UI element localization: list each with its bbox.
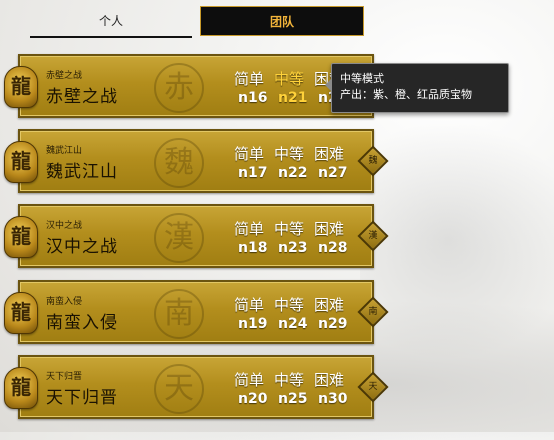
difficulty-medium-button[interactable]: 中等 — [274, 143, 304, 164]
difficulty-medium-button[interactable]: 中等 — [274, 68, 304, 89]
difficulty-code: n25 — [278, 391, 308, 407]
difficulty-code: n16 — [238, 90, 268, 106]
difficulty-medium-button[interactable]: 中等 — [274, 294, 304, 315]
level-subtitle: 天下归晋 — [46, 372, 83, 382]
tab-personal[interactable]: 个人 — [30, 6, 192, 38]
level-card-chibi[interactable]: 赤 赤壁之战 赤壁之战 简单 中等 困难 n16 n21 n26 — [18, 54, 374, 118]
seal-icon: 南 — [154, 289, 204, 339]
dragon-icon: 龍 — [4, 216, 38, 258]
difficulty-code: n29 — [318, 316, 348, 332]
level-card-tianxia[interactable]: 天 天下归晋 天下归晋 简单 中等 困难 n20 n25 n30 — [18, 355, 374, 419]
difficulty-hard-button[interactable]: 困难 — [314, 143, 344, 164]
difficulty-easy-button[interactable]: 简单 — [234, 294, 264, 315]
difficulty-hard-button[interactable]: 困难 — [314, 369, 344, 390]
seal-icon: 魏 — [154, 138, 204, 188]
difficulty-medium-button[interactable]: 中等 — [274, 369, 304, 390]
difficulty-hard-button[interactable]: 困难 — [314, 294, 344, 315]
level-card-weiwu[interactable]: 魏 魏武江山 魏武江山 简单 中等 困难 n17 n22 n27 — [18, 129, 374, 193]
tooltip-text: 产出：紫、橙、红品质宝物 — [340, 88, 472, 101]
seal-icon: 赤 — [154, 63, 204, 113]
difficulty-code: n30 — [318, 391, 348, 407]
dragon-icon: 龍 — [4, 367, 38, 409]
difficulty-code: n22 — [278, 165, 308, 181]
difficulty-code: n18 — [238, 240, 268, 256]
level-card-nanman[interactable]: 南 南蛮入侵 南蛮入侵 简单 中等 困难 n19 n24 n29 — [18, 280, 374, 344]
difficulty-hard-button[interactable]: 困难 — [314, 218, 344, 239]
difficulty-code: n23 — [278, 240, 308, 256]
difficulty-easy-button[interactable]: 简单 — [234, 218, 264, 239]
tooltip-title: 中等模式 — [340, 72, 384, 85]
difficulty-code: n28 — [318, 240, 348, 256]
mode-tabs: 个人 团队 — [30, 6, 364, 38]
level-subtitle: 赤壁之战 — [46, 71, 83, 81]
difficulty-code: n20 — [238, 391, 268, 407]
difficulty-medium-button[interactable]: 中等 — [274, 218, 304, 239]
level-subtitle: 魏武江山 — [46, 146, 83, 156]
difficulty-code: n27 — [318, 165, 348, 181]
seal-icon: 天 — [154, 364, 204, 414]
difficulty-easy-button[interactable]: 简单 — [234, 369, 264, 390]
dragon-icon: 龍 — [4, 66, 38, 108]
level-title: 天下归晋 — [46, 388, 118, 408]
level-subtitle: 南蛮入侵 — [46, 297, 83, 307]
dragon-icon: 龍 — [4, 292, 38, 334]
level-title: 赤壁之战 — [46, 87, 118, 107]
difficulty-code: n21 — [278, 90, 308, 106]
difficulty-easy-button[interactable]: 简单 — [234, 68, 264, 89]
seal-icon: 漢 — [154, 213, 204, 263]
difficulty-code: n17 — [238, 165, 268, 181]
difficulty-code: n19 — [238, 316, 268, 332]
level-title: 魏武江山 — [46, 162, 118, 182]
level-card-hanzhong[interactable]: 漢 汉中之战 汉中之战 简单 中等 困难 n18 n23 n28 — [18, 204, 374, 268]
difficulty-easy-button[interactable]: 简单 — [234, 143, 264, 164]
difficulty-tooltip: 中等模式 产出：紫、橙、红品质宝物 — [325, 63, 509, 113]
difficulty-code: n24 — [278, 316, 308, 332]
tab-team[interactable]: 团队 — [200, 6, 364, 36]
level-subtitle: 汉中之战 — [46, 221, 83, 231]
level-title: 南蛮入侵 — [46, 313, 118, 333]
level-title: 汉中之战 — [46, 237, 118, 257]
dragon-icon: 龍 — [4, 141, 38, 183]
